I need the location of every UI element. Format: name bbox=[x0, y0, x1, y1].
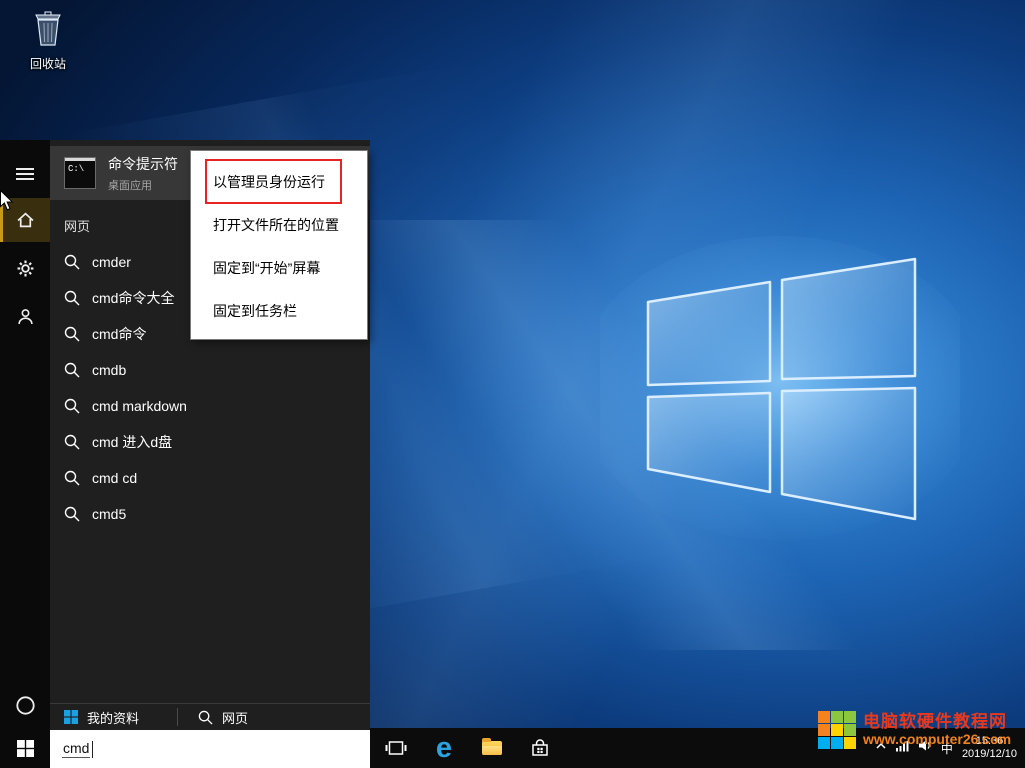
footer-divider bbox=[177, 708, 178, 726]
search-icon bbox=[64, 362, 80, 378]
top-result-title: 命令提示符 bbox=[108, 154, 178, 174]
edge-browser-button[interactable]: e bbox=[420, 728, 468, 768]
recycle-bin-glyph bbox=[27, 8, 69, 48]
suggestion-item[interactable]: cmdb bbox=[50, 352, 370, 388]
home-icon bbox=[17, 212, 34, 228]
sidebar-item-settings[interactable] bbox=[0, 246, 50, 290]
search-icon bbox=[64, 434, 80, 450]
search-input[interactable]: cmd bbox=[50, 730, 370, 768]
cortana-circle-icon bbox=[15, 695, 36, 716]
web-search-button[interactable]: 网页 bbox=[184, 704, 262, 731]
recycle-bin-icon[interactable]: 回收站 bbox=[12, 8, 84, 72]
person-icon bbox=[17, 308, 34, 325]
clock-date: 2019/12/10 bbox=[962, 748, 1017, 761]
start-button[interactable] bbox=[0, 728, 50, 768]
store-button[interactable] bbox=[516, 728, 564, 768]
search-panel-sidebar bbox=[0, 140, 50, 768]
context-menu: 以管理员身份运行 打开文件所在的位置 固定到“开始”屏幕 固定到任务栏 bbox=[190, 150, 368, 340]
cortana-button[interactable] bbox=[0, 688, 50, 722]
menu-item-run-as-admin[interactable]: 以管理员身份运行 bbox=[191, 161, 367, 204]
suggestion-item[interactable]: cmd cd bbox=[50, 460, 370, 496]
windows-hero-logo bbox=[600, 230, 960, 550]
file-explorer-button[interactable] bbox=[468, 728, 516, 768]
search-icon bbox=[64, 254, 80, 270]
top-result-subtitle: 桌面应用 bbox=[108, 177, 178, 193]
search-input-value: cmd bbox=[62, 740, 90, 758]
search-icon bbox=[198, 710, 213, 725]
watermark: 电脑软硬件教程网 www.computer26.com bbox=[818, 711, 1011, 749]
search-icon bbox=[64, 326, 80, 342]
store-bag-icon bbox=[530, 738, 550, 758]
search-icon bbox=[64, 470, 80, 486]
task-view-icon bbox=[385, 739, 407, 757]
watermark-logo bbox=[818, 711, 856, 749]
desktop-screen: 回收站 e bbox=[0, 0, 1025, 768]
suggestion-item[interactable]: cmd5 bbox=[50, 496, 370, 532]
menu-item-pin-to-taskbar[interactable]: 固定到任务栏 bbox=[191, 290, 367, 333]
search-icon bbox=[64, 506, 80, 522]
watermark-site-name: 电脑软硬件教程网 bbox=[863, 713, 1011, 732]
search-icon bbox=[64, 290, 80, 306]
menu-item-open-file-location[interactable]: 打开文件所在的位置 bbox=[191, 204, 367, 247]
gear-icon bbox=[17, 260, 34, 277]
web-section-header: 网页 bbox=[64, 216, 90, 235]
recycle-bin-label: 回收站 bbox=[12, 55, 84, 72]
suggestion-item[interactable]: cmd markdown bbox=[50, 388, 370, 424]
task-view-button[interactable] bbox=[372, 728, 420, 768]
search-footer: 我的资料 网页 bbox=[50, 703, 370, 730]
menu-item-pin-to-start[interactable]: 固定到“开始”屏幕 bbox=[191, 247, 367, 290]
mouse-cursor bbox=[0, 190, 14, 211]
hamburger-icon bbox=[16, 167, 34, 181]
command-prompt-icon: C:\ bbox=[64, 157, 96, 189]
my-stuff-button[interactable]: 我的资料 bbox=[50, 704, 153, 731]
windows-logo-icon bbox=[64, 710, 78, 724]
sidebar-item-feedback[interactable] bbox=[0, 294, 50, 338]
windows-logo-icon bbox=[17, 740, 34, 757]
folder-icon bbox=[482, 741, 502, 755]
edge-icon: e bbox=[436, 734, 452, 763]
search-icon bbox=[64, 398, 80, 414]
text-caret bbox=[92, 741, 93, 758]
watermark-site-url: www.computer26.com bbox=[863, 732, 1011, 747]
suggestion-item[interactable]: cmd 进入d盘 bbox=[50, 424, 370, 460]
